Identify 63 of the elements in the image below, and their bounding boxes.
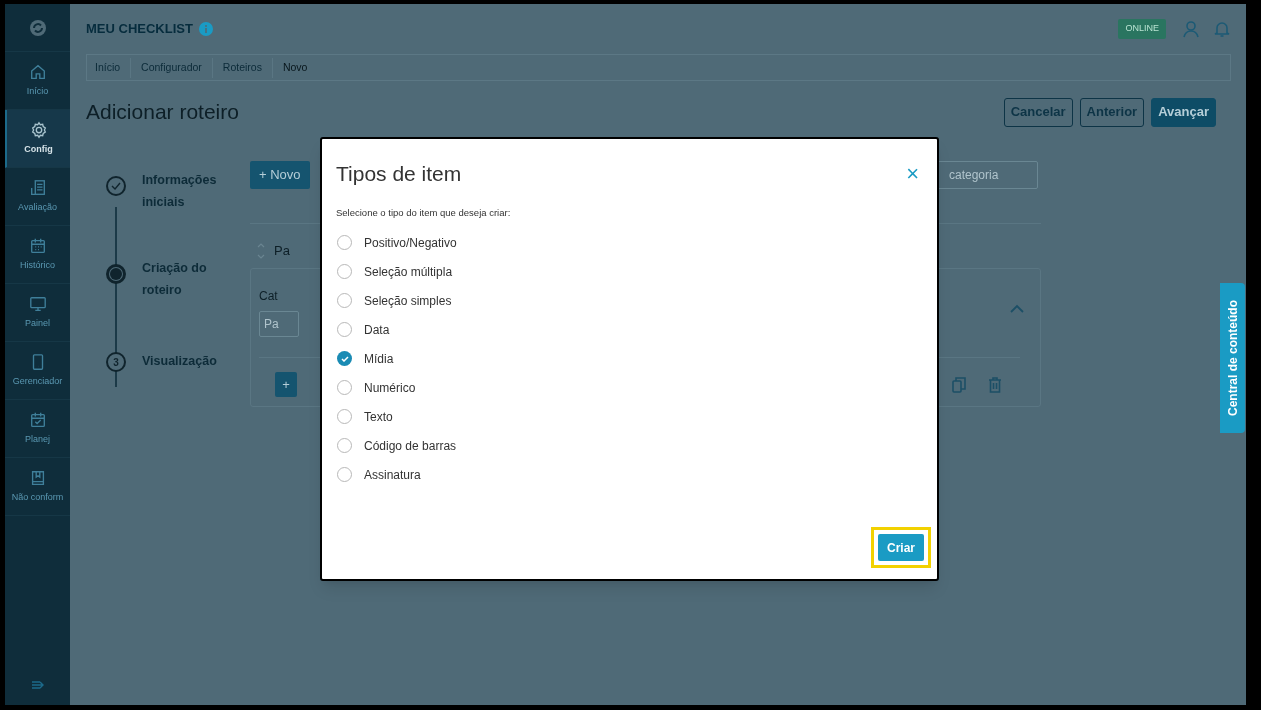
sidebar-item[interactable]: Avaliação [5, 168, 70, 226]
option-label[interactable]: Seleção simples [364, 291, 452, 310]
breadcrumb-link[interactable]: Novo [282, 59, 308, 76]
sidebar-item[interactable]: Painel [5, 284, 70, 342]
step-label: Informações iniciais [142, 172, 218, 211]
sidebar-item[interactable]: Histórico [5, 226, 70, 284]
close-button[interactable]: × [906, 163, 919, 185]
radio-button[interactable] [337, 438, 352, 454]
bell-icon[interactable] [1214, 20, 1230, 38]
option-label[interactable]: Mídia [364, 349, 394, 368]
calendar-check-icon [28, 410, 47, 429]
dialog-title: Tipos de item [336, 161, 462, 188]
dialog-prompt: Selecione o tipo do item que deseja criar: [335, 206, 512, 220]
radio-button[interactable] [337, 235, 352, 251]
home-icon [28, 62, 47, 81]
sidebar-item[interactable]: Gerenciador [5, 342, 70, 400]
copy-icon[interactable] [952, 376, 966, 393]
page-title: Adicionar roteiro [86, 99, 239, 126]
card-label: Cat [259, 288, 278, 305]
radio-button[interactable] [337, 467, 352, 483]
check-icon [340, 355, 349, 362]
create-button[interactable]: Criar [878, 534, 924, 561]
radio-button[interactable] [337, 322, 352, 338]
sort-label: Pa [274, 242, 290, 261]
breadcrumb-link[interactable]: Roteiros [222, 59, 262, 76]
expand-icon[interactable] [30, 679, 45, 691]
step-marker: 3 [106, 352, 126, 372]
monitor-icon [28, 294, 47, 313]
name-field[interactable]: Pa [259, 311, 299, 337]
user-icon[interactable] [1182, 20, 1200, 38]
radio-button[interactable] [337, 409, 352, 425]
option-label[interactable]: Código de barras [364, 436, 457, 455]
breadcrumb-link[interactable]: Início [95, 59, 121, 76]
radio-button[interactable] [337, 293, 352, 309]
option-label[interactable]: Seleção múltipla [364, 262, 453, 281]
option-label[interactable]: Data [364, 320, 390, 339]
radio-button[interactable] [337, 380, 352, 396]
chevron-up-icon[interactable] [1010, 304, 1024, 313]
radio-button[interactable] [337, 264, 352, 280]
online-badge: ONLINE [1118, 19, 1166, 39]
content-center-tab[interactable]: Central de conteúdo [1220, 283, 1245, 433]
option-label[interactable]: Positivo/Negativo [364, 233, 457, 252]
option-label[interactable]: Numérico [364, 378, 416, 397]
sheet-icon [28, 178, 47, 197]
radio-button[interactable] [337, 351, 352, 367]
step-label: Criação do roteiro [142, 260, 208, 299]
step-label: Visualização [142, 353, 218, 370]
new-button[interactable]: + Novo [250, 161, 310, 189]
option-label[interactable]: Assinatura [364, 465, 421, 484]
breadcrumb-link[interactable]: Configurador [141, 59, 202, 76]
sidebar-item[interactable]: Config [5, 110, 70, 168]
info-icon[interactable] [198, 22, 213, 36]
option-label[interactable]: Texto [364, 407, 393, 426]
sort-arrows-icon[interactable] [256, 241, 266, 261]
sidebar-item[interactable]: Não conform [5, 458, 70, 516]
trash-icon[interactable] [988, 376, 1002, 393]
calendar-icon [28, 236, 47, 255]
logo-icon[interactable] [28, 18, 47, 37]
next-button[interactable]: Avançar [1151, 97, 1216, 127]
sidebar-item[interactable]: Planej [5, 400, 70, 458]
app-title: MEU CHECKLIST [86, 20, 193, 39]
gear-icon [29, 120, 48, 139]
add-button[interactable]: + [275, 372, 297, 397]
